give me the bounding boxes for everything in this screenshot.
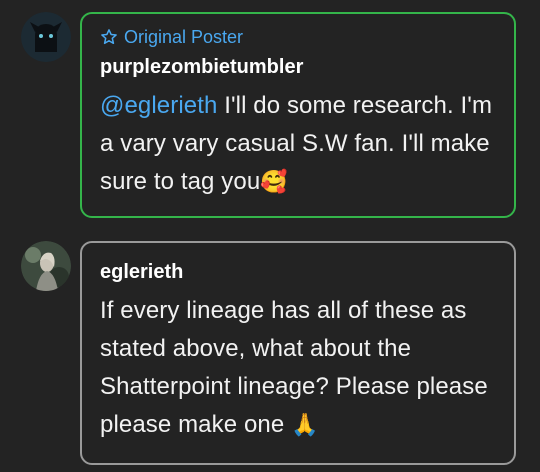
smiling-face-hearts-emoji: 🥰 (260, 169, 288, 194)
mention-link[interactable]: @eglerieth (100, 92, 217, 119)
comment-text: If every lineage has all of these as sta… (100, 292, 496, 444)
comment-text: @eglerieth I'll do some research. I'm a … (100, 87, 496, 201)
avatar-purplezombietumbler[interactable] (21, 12, 71, 62)
badge-label: Original Poster (124, 26, 244, 47)
comment-username[interactable]: purplezombietumbler (100, 56, 496, 79)
original-poster-badge: Original Poster (100, 26, 496, 48)
comment-username[interactable]: eglerieth (100, 261, 496, 284)
avatar-eglerieth[interactable] (21, 241, 71, 291)
comment-bubble-op: Original Poster purplezombietumbler @egl… (80, 12, 516, 218)
comment-bubble: eglerieth If every lineage has all of th… (80, 241, 516, 465)
folded-hands-emoji: 🙏 (291, 412, 319, 437)
star-icon (101, 29, 117, 45)
